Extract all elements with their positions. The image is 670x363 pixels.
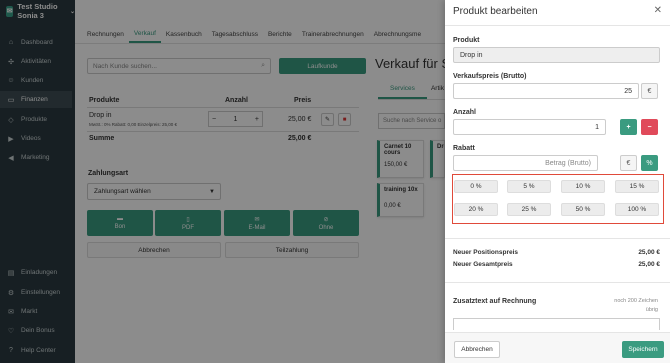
product-label: Produkt: [453, 37, 480, 44]
discount-label: Rabatt: [453, 145, 475, 152]
divider: [445, 238, 670, 239]
edit-product-panel: Produkt bearbeiten ✕ Produkt Drop in Ver…: [445, 0, 670, 363]
discount-amount-input[interactable]: Betrag (Brutto): [453, 155, 598, 171]
decrease-button[interactable]: −: [641, 119, 658, 135]
save-button[interactable]: Speichern: [622, 341, 664, 358]
note-char-hint: noch 200 Zeichen übrig: [614, 297, 658, 315]
modal-backdrop[interactable]: [0, 0, 445, 363]
new-total-price-row: Neuer Gesamtpreis 25,00 €: [453, 261, 660, 268]
new-position-value: 25,00 €: [638, 249, 660, 256]
currency-addon: €: [641, 83, 658, 99]
note-textarea[interactable]: [453, 318, 660, 330]
divider: [445, 282, 670, 283]
product-field: Drop in: [453, 47, 660, 63]
discount-preset-100[interactable]: 100 %: [615, 203, 659, 216]
panel-title: Produkt bearbeiten: [453, 6, 538, 17]
increase-button[interactable]: +: [620, 119, 637, 135]
new-position-price-row: Neuer Positionspreis 25,00 €: [453, 249, 660, 256]
discount-preset-5[interactable]: 5 %: [507, 180, 551, 193]
price-label: Verkaufspreis (Brutto): [453, 73, 527, 80]
qty-label: Anzahl: [453, 109, 476, 116]
new-position-label: Neuer Positionspreis: [453, 249, 519, 256]
discount-euro-toggle[interactable]: €: [620, 155, 637, 171]
discount-preset-0[interactable]: 0 %: [454, 180, 498, 193]
note-hint-line: übrig: [645, 307, 658, 313]
qty-input[interactable]: 1: [453, 119, 606, 135]
discount-percent-toggle[interactable]: %: [641, 155, 658, 171]
note-label: Zusatztext auf Rechnung: [453, 298, 537, 305]
new-total-value: 25,00 €: [638, 261, 660, 268]
discount-preset-50[interactable]: 50 %: [561, 203, 605, 216]
note-hint-line: noch 200 Zeichen: [614, 298, 658, 304]
new-total-label: Neuer Gesamtpreis: [453, 261, 513, 268]
price-input[interactable]: 25: [453, 83, 639, 99]
panel-cancel-button[interactable]: Abbrechen: [454, 341, 500, 358]
discount-preset-15[interactable]: 15 %: [615, 180, 659, 193]
close-icon[interactable]: ✕: [654, 5, 662, 16]
discount-preset-20[interactable]: 20 %: [454, 203, 498, 216]
discount-preset-10[interactable]: 10 %: [561, 180, 605, 193]
discount-preset-25[interactable]: 25 %: [507, 203, 551, 216]
divider: [445, 25, 670, 26]
